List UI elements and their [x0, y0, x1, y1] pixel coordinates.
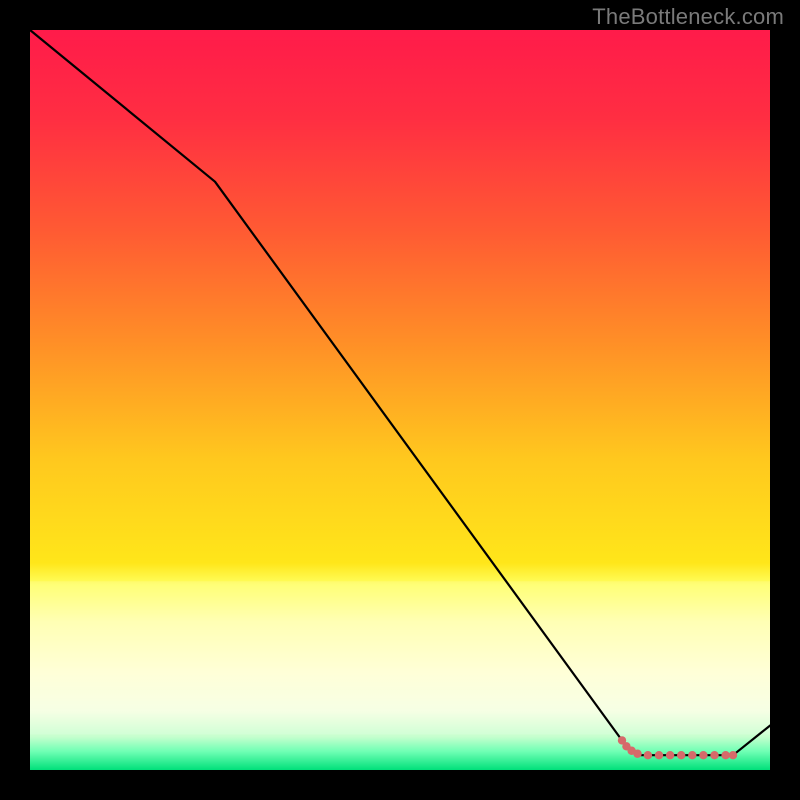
highlight-dot: [721, 751, 729, 759]
highlight-dot: [655, 751, 663, 759]
highlight-dot: [677, 751, 685, 759]
highlight-dot: [633, 750, 641, 758]
highlight-dot: [710, 751, 718, 759]
pale-band: [30, 581, 770, 734]
highlight-dot: [644, 751, 652, 759]
highlight-dot: [666, 751, 674, 759]
watermark-text: TheBottleneck.com: [592, 4, 784, 30]
highlight-dot: [729, 751, 737, 759]
bottleneck-chart: [0, 0, 800, 800]
chart-stage: TheBottleneck.com: [0, 0, 800, 800]
highlight-dot: [699, 751, 707, 759]
highlight-dot: [688, 751, 696, 759]
